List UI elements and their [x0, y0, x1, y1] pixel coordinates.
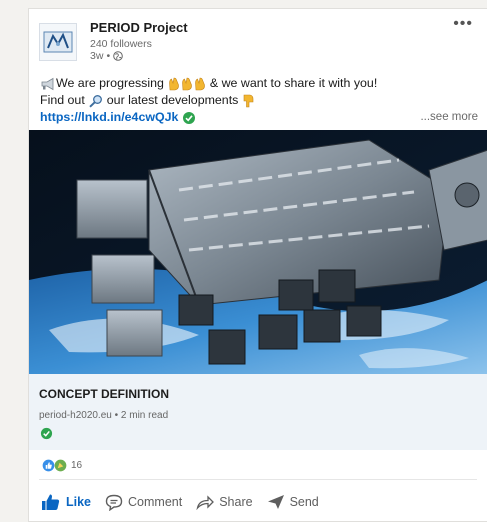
check-mark-icon [40, 427, 53, 440]
post-text-2b: our latest developments [106, 93, 239, 107]
post-meta: 3w • [90, 50, 123, 62]
magnifying-glass-icon [89, 94, 102, 108]
comment-icon [105, 494, 123, 511]
send-button[interactable]: Send [267, 494, 319, 510]
post-link[interactable]: https://lnkd.in/e4cwQJk [40, 109, 178, 126]
post-time: 3w [90, 50, 104, 62]
post-text-line-2: Find out our latest developments [40, 92, 480, 109]
send-icon [267, 495, 284, 509]
pointing-down-hand-icon [244, 94, 254, 107]
article-meta: period-h2020.eu • 2 min read [39, 410, 169, 421]
reactions-summary[interactable]: 16 [42, 459, 82, 472]
check-mark-icon [183, 111, 196, 124]
share-icon [196, 495, 215, 510]
post-text-1b: & we want to share it with you! [209, 76, 378, 90]
post-card: PERIOD Project 240 followers 3w • ••• We… [28, 8, 487, 522]
thumbs-up-icon [42, 494, 60, 510]
post-text: We are progressing & we want to share it… [40, 75, 480, 126]
clapping-hands-icon [169, 77, 179, 90]
see-more-link[interactable]: ...see more [420, 109, 478, 126]
more-options-button[interactable]: ••• [453, 15, 473, 33]
share-button[interactable]: Share [196, 494, 253, 510]
like-button[interactable]: Like [41, 493, 91, 511]
reaction-count[interactable]: 16 [71, 460, 82, 471]
post-header: PERIOD Project 240 followers 3w • ••• [29, 9, 487, 71]
post-text-2a: Find out [40, 93, 85, 107]
comment-button[interactable]: Comment [105, 494, 182, 511]
article-image[interactable] [29, 130, 487, 374]
space-station-illustration [29, 130, 487, 374]
clapping-hands-icon [195, 77, 205, 90]
clapping-emojis [168, 77, 206, 91]
share-label: Share [219, 495, 253, 509]
company-logo[interactable] [39, 23, 77, 61]
author-name[interactable]: PERIOD Project [90, 20, 188, 35]
divider [39, 479, 477, 480]
celebrate-reaction-icon [54, 459, 67, 472]
clapping-hands-icon [182, 77, 192, 90]
post-text-1a: We are progressing [56, 76, 164, 90]
article-preview[interactable]: CONCEPT DEFINITION period-h2020.eu • 2 m… [29, 374, 487, 450]
megaphone-icon [41, 77, 54, 90]
post-actions: Like Comment Share Send [41, 493, 319, 511]
post-text-line-3: https://lnkd.in/e4cwQJk [40, 109, 480, 126]
post-text-line-1: We are progressing & we want to share it… [40, 75, 480, 92]
meta-separator: • [106, 50, 111, 62]
send-label: Send [289, 495, 319, 509]
follower-count: 240 followers [90, 38, 152, 50]
comment-label: Comment [128, 495, 183, 509]
article-title[interactable]: CONCEPT DEFINITION [39, 387, 169, 401]
globe-icon [113, 51, 123, 61]
like-label: Like [66, 495, 92, 509]
